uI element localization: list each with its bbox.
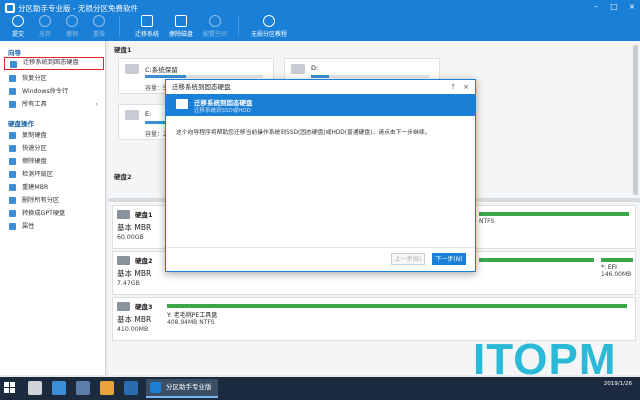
discard-icon [39, 15, 51, 27]
globe-icon[interactable] [124, 381, 138, 395]
partition-bar [601, 258, 633, 262]
partition-bar [479, 212, 629, 216]
migrate-os-button[interactable]: 迁移系统 [129, 14, 165, 40]
usage-bar [311, 75, 429, 78]
dialog-footer: 上一步(B) 下一步(N) [166, 247, 475, 271]
sidebar-item-all-tools[interactable]: 所有工具 › [4, 98, 104, 111]
disk1-header: 硬盘1 [114, 46, 132, 54]
tools-icon [9, 101, 16, 108]
migrate-dialog: 迁移系统到固态硬盘 ? × 迁移系统到固态硬盘 迁移系统到SSD或HDD 这个向… [165, 79, 476, 272]
ssd-icon [10, 61, 17, 68]
hdd-icon [117, 210, 130, 219]
sidebar-item-wipe-disk[interactable]: 擦除硬盘 [4, 155, 104, 168]
wizard-section-title: 向导 [8, 49, 21, 57]
clock[interactable]: 2019/1/26 [604, 380, 632, 388]
tutorial-button[interactable]: 无损分区教程 [248, 14, 290, 40]
close-icon[interactable]: × [460, 81, 472, 93]
redo-icon [93, 15, 105, 27]
next-button[interactable]: 下一步(N) [432, 253, 466, 265]
usb-drive-icon [117, 302, 130, 311]
check-icon [12, 15, 24, 27]
eraser-icon [175, 15, 187, 27]
prev-button[interactable]: 上一步(B) [391, 253, 425, 265]
dialog-title: 迁移系统到固态硬盘 [166, 80, 475, 94]
disk2-partition-efi[interactable]: *: EFI 146.00MB [601, 258, 633, 288]
sidebar-item-convert-gpt[interactable]: 转换成GPT硬盘 [4, 207, 104, 220]
disk-ops-section-title: 硬盘操作 [8, 120, 34, 128]
computer-icon[interactable] [52, 381, 66, 395]
help-icon[interactable]: ? [447, 81, 459, 93]
terminal-icon [9, 88, 16, 95]
toolbar-divider [119, 16, 120, 36]
eraser-icon [9, 158, 16, 165]
toolbar-divider [238, 16, 239, 36]
sidebar-item-migrate-ssd[interactable]: 迁移系统到固态硬盘 [4, 57, 104, 70]
folder-icon[interactable] [100, 381, 114, 395]
rebuild-icon [9, 184, 16, 191]
sidebar-item-quick-partition[interactable]: 快速分区 [4, 142, 104, 155]
plus-icon [263, 15, 275, 27]
wipe-disk-button[interactable]: 擦除磁盘 [163, 14, 199, 40]
drive-icon[interactable] [28, 381, 42, 395]
space-icon [209, 15, 221, 27]
dialog-header: 迁移系统到固态硬盘 迁移系统到SSD或HDD [166, 94, 475, 116]
app-logo-icon [150, 382, 161, 393]
redo-button[interactable]: 重做 [81, 14, 117, 40]
sidebar-item-recover-partition[interactable]: 恢复分区 [4, 72, 104, 85]
app-header: 分区助手专业版 - 无损分区免费软件 – □ × 提交 放弃 撤销 重做 迁移系… [0, 0, 640, 41]
sidebar-item-rebuild-mbr[interactable]: 重建MBR [4, 181, 104, 194]
recover-icon [9, 75, 16, 82]
sidebar-item-bad-sector[interactable]: 检测坏扇区 [4, 168, 104, 181]
watermark-logo: ITOPM [473, 335, 617, 384]
usb-drive-icon [117, 256, 130, 265]
close-icon[interactable]: × [624, 1, 640, 13]
scrollbar-top[interactable] [633, 45, 638, 195]
sidebar-item-properties[interactable]: 属性 [4, 220, 104, 233]
disk2-partition-main[interactable] [479, 258, 594, 288]
allocate-space-button[interactable]: 配置空间 [197, 14, 233, 40]
convert-icon [9, 210, 16, 217]
sidebar-item-windows-cmd[interactable]: Windows命令行 [4, 85, 104, 98]
windows-start-icon[interactable] [4, 382, 16, 394]
sidebar: 向导 迁移系统到固态硬盘 恢复分区 Windows命令行 所有工具 › 硬盘操作… [0, 41, 106, 375]
partition-bar [167, 304, 627, 308]
chevron-right-icon: › [95, 101, 98, 108]
drive-icon [125, 64, 139, 74]
drive-icon [125, 110, 139, 120]
dialog-description: 这个向导程序将帮助您迁移当前操作系统到SSD(固态硬盘)或HDD(普通硬盘)，请… [176, 130, 431, 136]
usage-bar [145, 75, 263, 78]
minimize-icon[interactable]: – [588, 1, 604, 13]
ssd-icon [176, 99, 188, 109]
partition-bar [479, 258, 594, 262]
drive-icon [291, 64, 305, 74]
sidebar-item-delete-all[interactable]: 删除所有分区 [4, 194, 104, 207]
scan-icon [9, 171, 16, 178]
taskbar-app-partition-assistant[interactable]: 分区助手专业版 [146, 379, 218, 398]
delete-icon [9, 197, 16, 204]
copy-icon [9, 132, 16, 139]
disk3-partition[interactable]: Y: 老毛桃PE工具盘 408.94MB NTFS [167, 304, 627, 334]
ssd-icon [141, 15, 153, 27]
disk1-partition[interactable]: NTFS [479, 212, 629, 242]
sidebar-item-copy-disk[interactable]: 复制硬盘 [4, 129, 104, 142]
app-logo-icon [5, 3, 15, 13]
network-icon[interactable] [76, 381, 90, 395]
undo-icon [66, 15, 78, 27]
partition-icon [9, 145, 16, 152]
window-title: 分区助手专业版 - 无损分区免费软件 [18, 4, 138, 13]
info-icon [9, 223, 16, 230]
disk2-header: 硬盘2 [114, 173, 132, 181]
maximize-icon[interactable]: □ [606, 1, 622, 13]
taskbar: 分区助手专业版 2019/1/26 [0, 377, 640, 400]
